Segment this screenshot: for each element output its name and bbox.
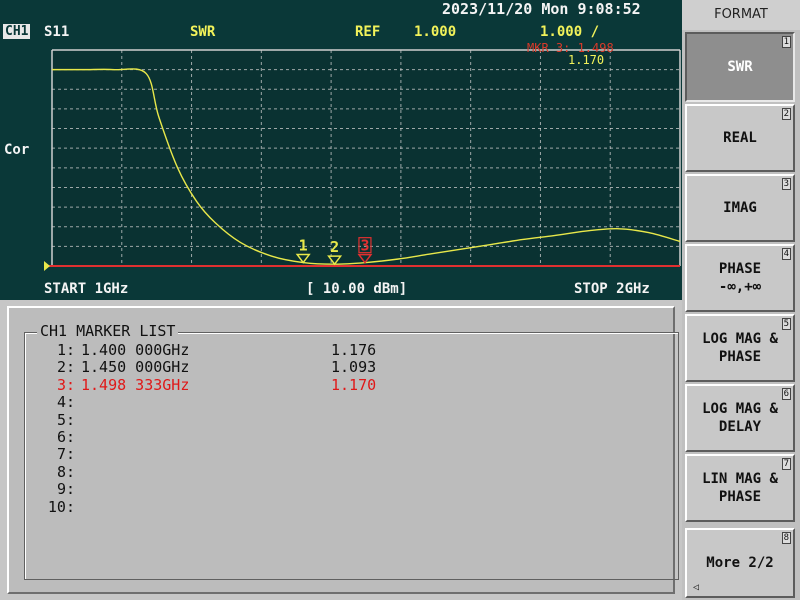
correction-indicator: Cor [4, 142, 30, 158]
marker-row-frequency: 1.400 000GHz [81, 341, 190, 359]
softkey-menu: FORMAT SWR 1 REAL 2 IMAG 3 PHASE -∞,+∞ 4 LOG MAG… [682, 0, 800, 600]
marker-row: 1: 1.400 000GHz 1.176 [39, 342, 431, 359]
scale-per-div: 1.000 / [540, 24, 600, 40]
marker-readout-value: 1.170 [568, 53, 605, 67]
plot-background [52, 50, 680, 266]
marker-3-label: 3 [360, 237, 369, 255]
ref-value: 1.000 [414, 24, 457, 40]
marker-row-value: 1.176 [331, 341, 377, 359]
marker-row: 3: 1.498 333GHz 1.170 [39, 375, 431, 394]
marker-row: 4: [39, 394, 431, 411]
marker-row-number: 1: [56, 341, 75, 359]
softkey-number: 4 [781, 248, 791, 260]
marker-row-number: 8: [56, 462, 75, 481]
marker-row-number: 4: [56, 393, 75, 412]
ref-label: REF [355, 24, 381, 40]
marker-row-number: 2: [56, 358, 75, 377]
marker-row: 10: [39, 497, 431, 516]
softkey-label: LOG MAG & PHASE [702, 331, 778, 365]
softkey-label: SWR [727, 59, 753, 75]
softkey-label: IMAG [723, 200, 757, 216]
left-arrow-icon: ◁ [693, 582, 700, 593]
s-parameter: S11 [44, 24, 70, 40]
softkey-label: LIN MAG & PHASE [702, 471, 778, 505]
softkey-number: 3 [781, 178, 791, 190]
marker-row-frequency: 1.450 000GHz [81, 358, 190, 377]
marker-row-frequency: 1.498 333GHz [81, 375, 190, 394]
softkey-label: REAL [723, 130, 757, 146]
softkey-lin-mag-phase[interactable]: LIN MAG & PHASE 7 [685, 454, 795, 522]
marker-row-number: 10: [47, 497, 75, 516]
softkey-imag[interactable]: IMAG 3 [685, 174, 795, 242]
menu-title: FORMAT [682, 0, 800, 30]
marker-row: 8: [39, 462, 431, 481]
start-frequency: START 1GHz [44, 281, 129, 297]
marker-list-title: CH1 MARKER LIST [37, 323, 179, 339]
marker-row: 7: [39, 446, 431, 463]
softkey-label: PHASE -∞,+∞ [718, 261, 762, 295]
marker-1-label: 1 [299, 237, 308, 255]
marker-row-number: 3: [56, 375, 75, 394]
marker-2-label: 2 [330, 238, 339, 256]
softkey-number: 2 [781, 108, 791, 120]
softkey-more-2-2[interactable]: More 2/2 8 ◁ [685, 528, 795, 598]
softkey-label: LOG MAG & DELAY [702, 401, 778, 435]
softkey-phase[interactable]: PHASE -∞,+∞ 4 [685, 244, 795, 312]
marker-row: 9: [39, 481, 431, 498]
softkey-number: 1 [781, 36, 791, 48]
softkey-real[interactable]: REAL 2 [685, 104, 795, 172]
trace-display: 1 2 3 2023/11/20 Mon 9:08:52 CH1 S11 SWR R… [0, 0, 682, 300]
marker-row-number: 7: [56, 445, 75, 464]
source-power: [ 10.00 dBm] [306, 281, 408, 297]
marker-row-number: 6: [56, 428, 75, 446]
softkey-number: 6 [781, 388, 791, 400]
channel-indicator: CH1 [3, 24, 31, 39]
softkey-log-mag-phase[interactable]: LOG MAG & PHASE 5 [685, 314, 795, 382]
marker-list-window: CH1 MARKER LIST 1: 1.400 000GHz 1.176 2: 1.4… [7, 306, 679, 594]
softkey-label: More 2/2 [706, 555, 774, 571]
datetime: 2023/11/20 Mon 9:08:52 [442, 0, 641, 18]
softkey-swr[interactable]: SWR 1 [685, 32, 795, 102]
marker-row: 5: [39, 410, 431, 429]
marker-row-value: 1.093 [331, 358, 377, 377]
softkey-number: 8 [781, 532, 791, 544]
softkey-number: 7 [781, 458, 791, 470]
stop-frequency: STOP 2GHz [574, 281, 650, 297]
marker-row: 2: 1.450 000GHz 1.093 [39, 359, 431, 376]
marker-row-number: 9: [56, 480, 75, 499]
reference-pointer-icon [44, 261, 50, 271]
softkey-log-mag-delay[interactable]: LOG MAG & DELAY 6 [685, 384, 795, 452]
format-label: SWR [190, 24, 216, 40]
marker-list-panel: CH1 MARKER LIST 1: 1.400 000GHz 1.176 2: 1.4… [0, 300, 682, 600]
softkey-number: 5 [781, 318, 791, 330]
marker-row: 6: [39, 429, 431, 446]
marker-row-number: 5: [56, 410, 75, 429]
marker-row-value: 1.170 [331, 375, 377, 394]
